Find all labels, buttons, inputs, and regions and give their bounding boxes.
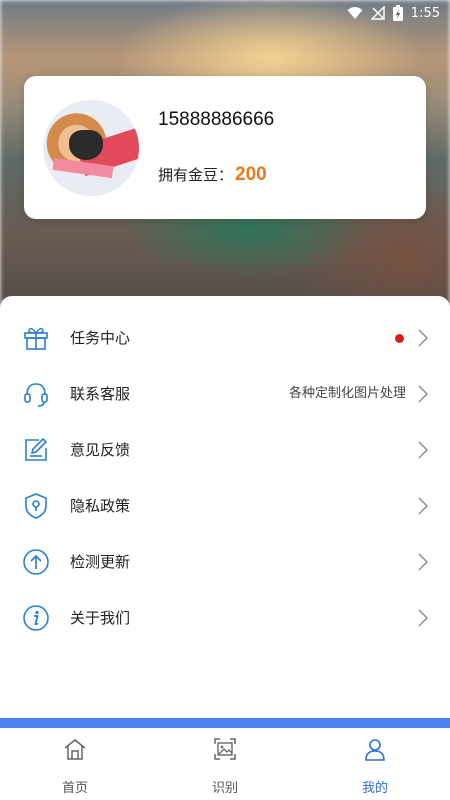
user-phone: 15888886666: [158, 109, 275, 130]
tabbar-accent-strip: [0, 718, 450, 728]
tab-recognize[interactable]: 识别: [150, 728, 300, 800]
menu-label-about-us: 关于我们: [70, 609, 131, 627]
chevron-right-icon: [418, 441, 428, 459]
notification-dot: [395, 334, 404, 343]
menu-label-task-center: 任务中心: [70, 329, 131, 347]
tab-label-recognize: 识别: [211, 781, 238, 796]
tab-label-home: 首页: [61, 781, 88, 796]
menu-item-check-update[interactable]: 检测更新: [0, 534, 450, 590]
status-time: 1:55: [410, 5, 440, 21]
upload-arrow-icon: [23, 549, 49, 575]
menu-item-about-us[interactable]: 关于我们: [0, 590, 450, 646]
chevron-right-icon: [418, 553, 428, 571]
coins-value: 200: [235, 164, 267, 185]
battery-charging-icon: [392, 5, 403, 21]
home-icon: [64, 739, 86, 760]
info-icon: [23, 605, 49, 631]
coins-label: 拥有金豆：: [158, 166, 234, 184]
chevron-right-icon: [418, 497, 428, 515]
headset-icon: [24, 383, 48, 407]
menu-extra-custom-processing: 各种定制化图片处理: [288, 386, 406, 401]
gift-icon: [24, 327, 48, 350]
wifi-icon: [347, 7, 363, 19]
scan-image-icon: [214, 738, 236, 760]
menu-label-check-update: 检测更新: [70, 553, 131, 571]
menu-item-privacy-policy[interactable]: 隐私政策: [0, 478, 450, 534]
menu-item-contact-service[interactable]: 联系客服 各种定制化图片处理: [0, 366, 450, 422]
menu-panel: 任务中心 联系客服 各种定制化图片处理 意见反馈 隐私政策 检测更新 关于我们: [0, 296, 450, 718]
chevron-right-icon: [418, 329, 428, 347]
shield-icon: [25, 493, 47, 519]
tab-label-mine: 我的: [361, 781, 388, 796]
user-icon: [365, 739, 385, 761]
coins-row: 拥有金豆： 200: [158, 164, 267, 186]
chevron-right-icon: [418, 385, 428, 403]
menu-item-task-center[interactable]: 任务中心: [0, 310, 450, 366]
menu-label-feedback: 意见反馈: [70, 441, 131, 459]
edit-icon: [25, 437, 48, 461]
status-bar: 1:55: [0, 0, 450, 26]
profile-card[interactable]: 15888886666 拥有金豆： 200: [24, 76, 426, 219]
tab-mine[interactable]: 我的: [300, 728, 450, 800]
chevron-right-icon: [418, 609, 428, 627]
menu-label-contact-service: 联系客服: [70, 385, 131, 403]
no-signal-icon: [370, 6, 385, 20]
menu-item-feedback[interactable]: 意见反馈: [0, 422, 450, 478]
tab-home[interactable]: 首页: [0, 728, 150, 800]
menu-label-privacy-policy: 隐私政策: [70, 497, 131, 515]
avatar[interactable]: [43, 100, 139, 196]
bottom-tabbar: 首页 识别 我的: [0, 728, 450, 800]
